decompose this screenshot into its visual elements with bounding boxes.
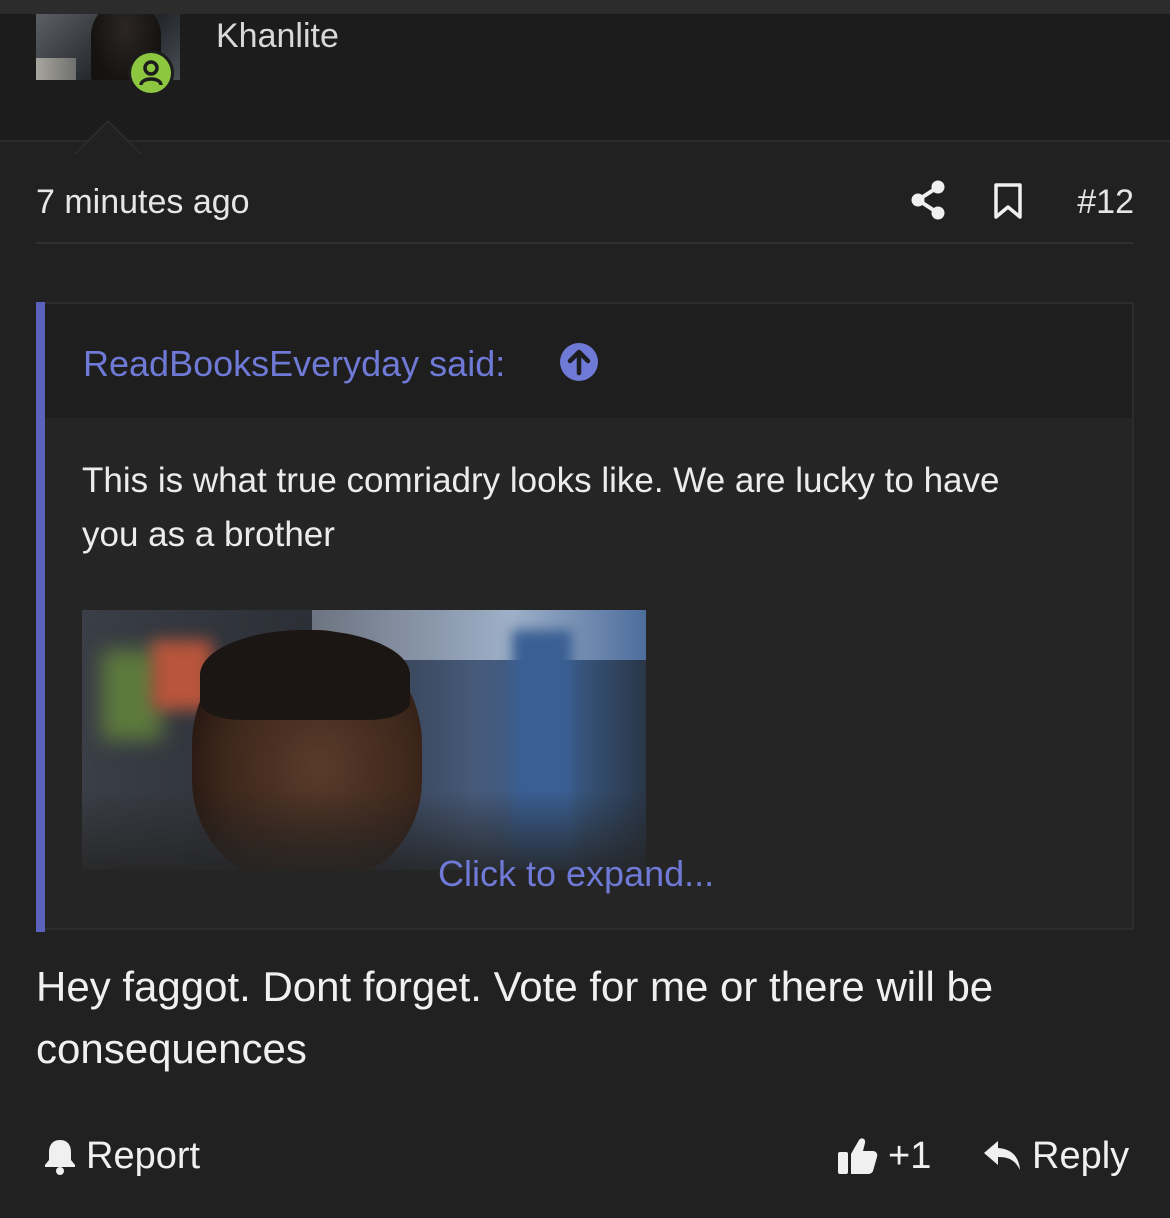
- user-online-icon: [131, 53, 171, 93]
- quote-text: This is what true comriadry looks like. …: [82, 461, 1000, 554]
- username[interactable]: Khanlite: [216, 14, 339, 58]
- image-hair: [200, 630, 410, 720]
- user-header: Khanlite: [0, 14, 1170, 154]
- reply-label: Reply: [1032, 1135, 1130, 1177]
- report-label: Report: [86, 1135, 201, 1177]
- avatar-background: [36, 58, 76, 80]
- top-strip: [0, 0, 1170, 14]
- bookmark-icon[interactable]: [992, 182, 1024, 220]
- post-timestamp[interactable]: 7 minutes ago: [36, 182, 250, 222]
- click-to-expand-link[interactable]: Click to expand...: [438, 852, 714, 896]
- quote-accent-bar: [36, 302, 45, 932]
- bell-icon: [45, 1140, 75, 1175]
- quote-block: ReadBooksEveryday said: This is what tru…: [36, 302, 1134, 932]
- post-number-link[interactable]: #12: [1077, 182, 1134, 222]
- quote-author-link[interactable]: ReadBooksEveryday said:: [83, 342, 505, 386]
- like-button[interactable]: +1: [836, 1132, 931, 1180]
- quoted-gif-image[interactable]: [82, 610, 646, 870]
- online-status-badge: [128, 50, 174, 96]
- arrow-up-circle-icon[interactable]: [559, 342, 599, 382]
- post-meta: 7 minutes ago #12: [36, 160, 1134, 244]
- reply-button[interactable]: Reply: [982, 1132, 1129, 1180]
- post-body-text: Hey faggot. Dont forget. Vote for me or …: [36, 963, 994, 1072]
- reply-arrow-icon: [984, 1141, 1020, 1170]
- like-count: +1: [888, 1135, 932, 1177]
- header-caret: [76, 122, 140, 154]
- thumbs-up-icon: [838, 1138, 878, 1174]
- share-icon[interactable]: [910, 180, 946, 220]
- quote-header: ReadBooksEveryday said:: [45, 304, 1132, 418]
- report-button[interactable]: Report: [42, 1132, 200, 1180]
